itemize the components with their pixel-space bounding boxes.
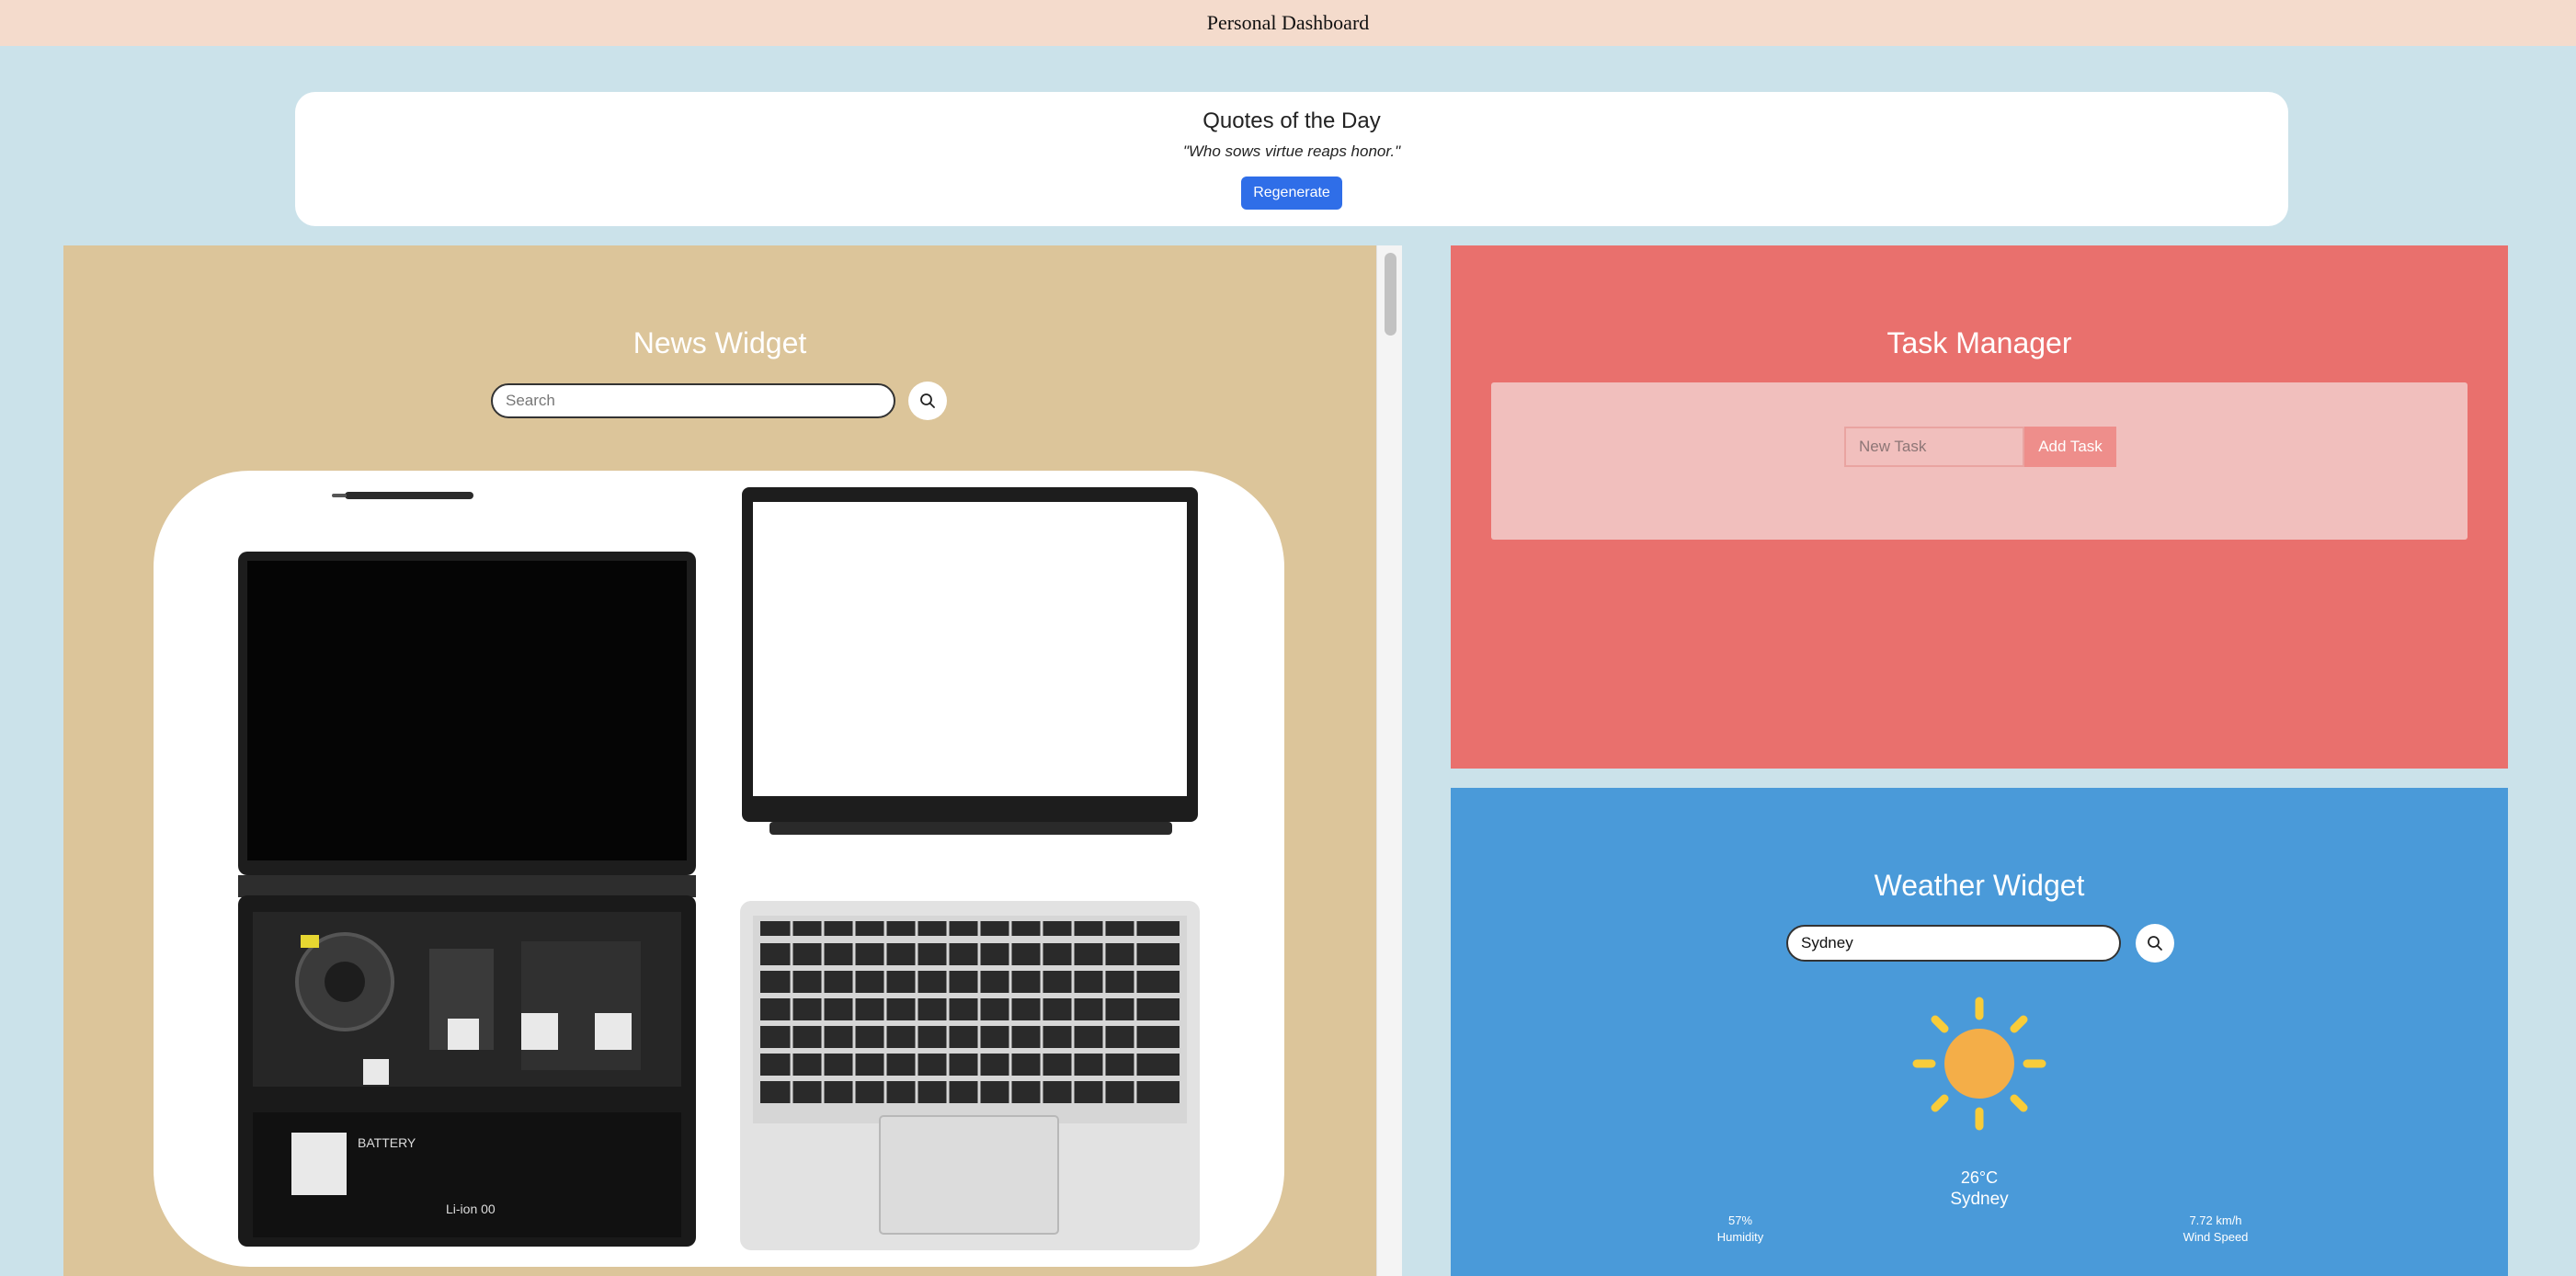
search-icon bbox=[2148, 936, 2162, 951]
news-scroll-thumb[interactable] bbox=[1385, 253, 1396, 336]
humidity-value: 57% bbox=[1727, 1213, 1753, 1227]
task-manager-widget: Task Manager Add Task bbox=[1451, 245, 2508, 769]
new-task-input[interactable] bbox=[1844, 427, 2024, 467]
city-name: Sydney bbox=[1950, 1190, 2009, 1209]
laptop-parts-image: BATTERY Li-ion 00 bbox=[238, 487, 1200, 1250]
city-search-input[interactable] bbox=[1786, 925, 2121, 962]
humidity-label: Humidity bbox=[1716, 1230, 1764, 1244]
humidity-stat: 57% Humidity bbox=[1685, 1213, 1795, 1244]
news-title: News Widget bbox=[633, 326, 807, 359]
news-search-button[interactable] bbox=[908, 382, 947, 420]
top-bar: Personal Dashboard bbox=[0, 0, 2576, 46]
temperature: 26°C bbox=[1960, 1168, 1999, 1187]
news-image: BATTERY Li-ion 00 bbox=[154, 471, 1284, 1267]
quote-heading: Quotes of the Day bbox=[1203, 108, 1381, 133]
regenerate-button[interactable]: Regenerate bbox=[1241, 177, 1342, 210]
svg-text:BATTERY: BATTERY bbox=[358, 1135, 416, 1150]
sun-icon bbox=[1912, 997, 2046, 1131]
news-widget: News Widget Search BATTERY Li-ion 00 bbox=[63, 245, 1376, 1276]
weather-search-button[interactable] bbox=[2136, 924, 2174, 963]
weather-title: Weather Widget bbox=[1874, 869, 2085, 902]
quote-card: Quotes of the Day "Who sows virtue reaps… bbox=[295, 92, 2288, 226]
news-scrollbar[interactable] bbox=[1376, 245, 1402, 1276]
add-task-button[interactable]: Add Task bbox=[2024, 427, 2116, 467]
svg-text:Li-ion 00: Li-ion 00 bbox=[446, 1202, 496, 1216]
weather-widget: Weather Widget 26°C Sydney 57% Humidity … bbox=[1451, 788, 2508, 1276]
wind-label: Wind Speed bbox=[2183, 1230, 2249, 1244]
quote-text: "Who sows virtue reaps honor." bbox=[1182, 142, 1401, 160]
wind-value: 7.72 km/h bbox=[2189, 1213, 2242, 1227]
wind-stat: 7.72 km/h Wind Speed bbox=[2160, 1213, 2271, 1244]
page-title: Personal Dashboard bbox=[1206, 11, 1370, 34]
news-search-input[interactable] bbox=[491, 383, 895, 418]
search-icon bbox=[920, 393, 935, 408]
task-input-area: Add Task bbox=[1491, 382, 2468, 540]
task-title: Task Manager bbox=[1886, 326, 2072, 359]
